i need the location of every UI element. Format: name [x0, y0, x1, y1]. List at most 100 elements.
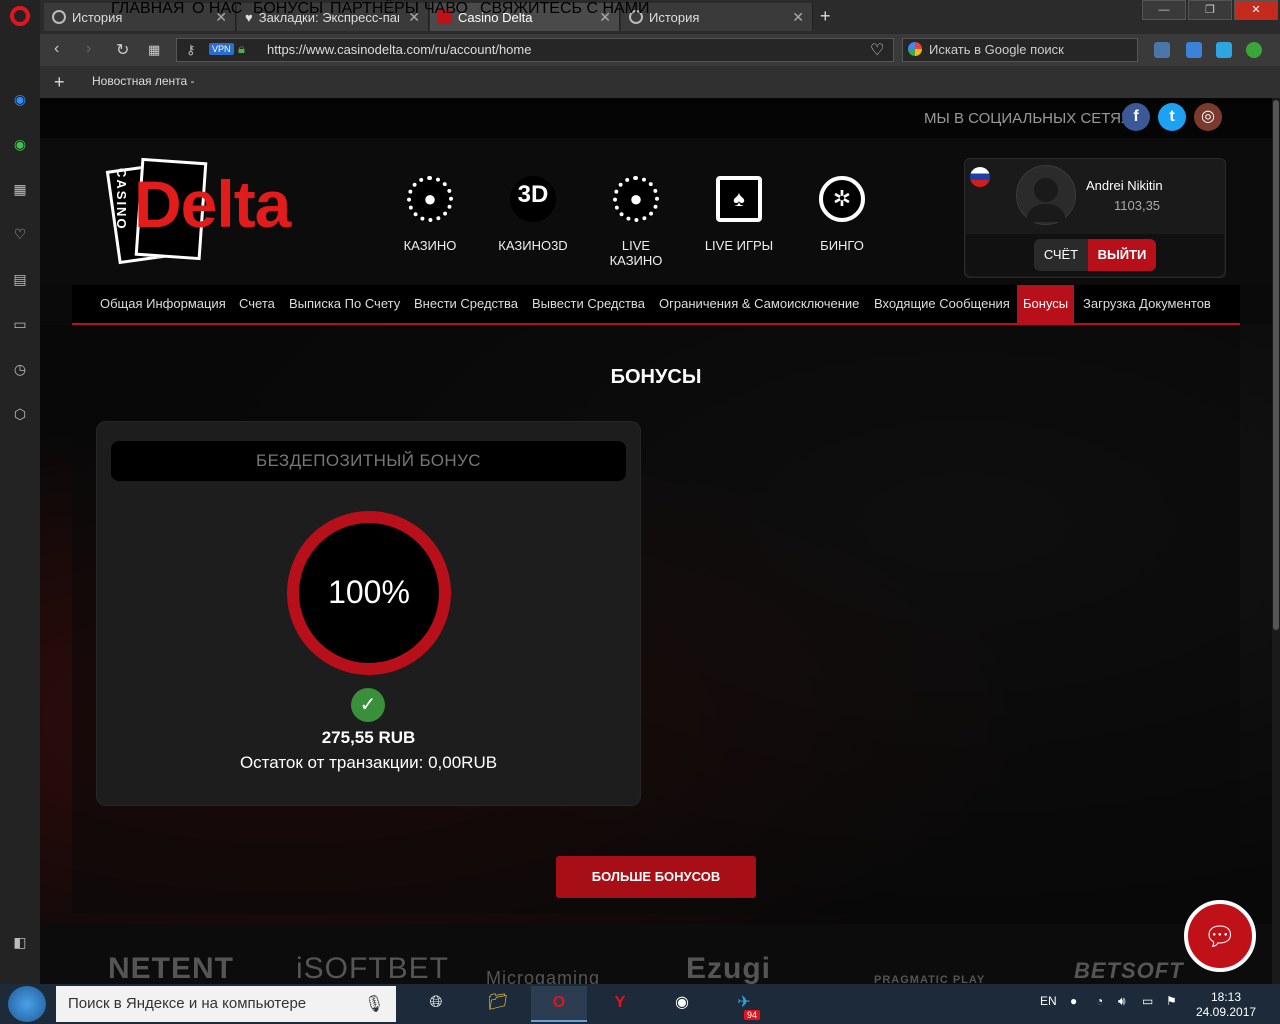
- bookmark-heart-icon[interactable]: ♡: [870, 40, 884, 60]
- url-input[interactable]: https://www.casinodelta.com/ru/account/h…: [176, 38, 894, 62]
- heart-icon: ♥: [245, 9, 253, 25]
- chip-icon: ●: [407, 176, 453, 222]
- provider-isoftbet-logo: iSOFTBET: [296, 952, 450, 985]
- provider-ezugi-logo: Ezugi: [686, 952, 771, 985]
- russia-flag-icon[interactable]: [970, 167, 990, 187]
- yandex-app-icon[interactable]: Y: [592, 986, 648, 1022]
- tab-history-2[interactable]: История ✕: [621, 3, 813, 31]
- tray-flag-icon[interactable]: ⚑: [1166, 994, 1177, 1008]
- tab-inbox[interactable]: Входящие Сообщения: [868, 285, 1016, 323]
- news-icon[interactable]: ▤: [11, 271, 29, 289]
- messenger-icon[interactable]: ◉: [11, 91, 29, 109]
- extensions-icon[interactable]: ⬡: [11, 406, 29, 424]
- translate-extension-icon[interactable]: [1186, 42, 1202, 58]
- minimize-button[interactable]: —: [1142, 0, 1186, 20]
- tab-bonuses[interactable]: Бонусы: [1017, 285, 1075, 323]
- start-button[interactable]: [8, 986, 46, 1022]
- tray-antivirus-icon[interactable]: ●: [1070, 994, 1077, 1008]
- bonus-remainder: Остаток от транзакции: 0,00RUB: [239, 753, 498, 772]
- tab-label: История: [649, 9, 700, 25]
- globe-app-icon[interactable]: 🌐︎: [408, 986, 464, 1022]
- ferris-wheel-icon: ✲: [819, 176, 865, 222]
- nav-bonuses[interactable]: БОНУСЫ: [253, 0, 323, 18]
- language-indicator[interactable]: EN: [1040, 994, 1057, 1008]
- clock-date: 24.09.2017: [1196, 1005, 1257, 1019]
- chat-bubble-icon: 💬︎: [1203, 921, 1237, 951]
- back-button[interactable]: ‹: [54, 40, 59, 58]
- key-icon[interactable]: ⚷: [186, 42, 196, 58]
- sidebar-toggle-icon[interactable]: ◧: [11, 934, 29, 952]
- social-label: МЫ В СОЦИАЛЬНЫХ СЕТЯХ:: [924, 110, 1136, 127]
- tabs-icon[interactable]: ▭: [11, 316, 29, 334]
- telegram-extension-icon[interactable]: [1216, 42, 1232, 58]
- logout-button[interactable]: ВЫЙТИ: [1088, 239, 1156, 271]
- vpn-badge[interactable]: VPN: [209, 43, 234, 55]
- microphone-icon[interactable]: 🎙︎: [364, 994, 384, 1014]
- speed-dial-icon[interactable]: ▦: [148, 42, 160, 58]
- window-close-button[interactable]: ✕: [1234, 0, 1278, 20]
- account-button[interactable]: СЧЁТ: [1034, 239, 1088, 271]
- facebook-icon[interactable]: f: [1122, 103, 1150, 131]
- nav-faq[interactable]: ЧАВО: [424, 0, 468, 18]
- clock[interactable]: 18:13 24.09.2017: [1196, 990, 1256, 1020]
- file-explorer-icon[interactable]: 📁︎: [470, 986, 526, 1022]
- forward-button[interactable]: ›: [86, 40, 91, 58]
- whatsapp-icon[interactable]: ◉: [11, 136, 29, 154]
- avatar-head-icon: [1034, 178, 1058, 202]
- tray-network-icon[interactable]: ◔: [1096, 994, 1103, 1008]
- opera-logo-icon[interactable]: [10, 6, 30, 26]
- bonus-title: БЕЗДЕПОЗИТНЫЙ БОНУС: [111, 441, 626, 481]
- clock-time: 18:13: [1210, 990, 1242, 1004]
- taskbar-search[interactable]: Поиск в Яндексе и на компьютере: [56, 986, 396, 1022]
- add-bookmark-button[interactable]: +: [54, 72, 65, 93]
- new-tab-button[interactable]: +: [820, 6, 831, 27]
- nav-home[interactable]: ГЛАВНАЯ: [111, 0, 184, 18]
- history-icon[interactable]: ◷: [11, 361, 29, 379]
- bookmark-news-feed[interactable]: Новостная лента -: [92, 74, 195, 88]
- instagram-icon[interactable]: ◎: [1194, 103, 1222, 131]
- tab-deposit[interactable]: Внести Средства: [408, 285, 524, 323]
- tab-withdraw[interactable]: Вывести Средства: [526, 285, 651, 323]
- chat-button[interactable]: 💬︎: [1184, 900, 1256, 972]
- tray-display-icon[interactable]: ▭: [1142, 994, 1153, 1008]
- tab-documents[interactable]: Загрузка Документов: [1077, 285, 1217, 323]
- category-casino[interactable]: ● КАЗИНО: [390, 176, 470, 253]
- reload-button[interactable]: ↻: [116, 40, 129, 60]
- volume-icon[interactable]: 🔊︎: [1118, 994, 1126, 1009]
- nav-about[interactable]: О НАС: [192, 0, 242, 18]
- more-bonuses-button[interactable]: БОЛЬШЕ БОНУСОВ: [556, 856, 756, 898]
- chrome-app-icon[interactable]: ◉: [654, 986, 710, 1022]
- nav-contact[interactable]: СВЯЖИТЕСЬ С НАМИ: [480, 0, 650, 18]
- speed-dial-sidebar-icon[interactable]: ▦: [11, 181, 29, 199]
- category-label: LIVE КАЗИНО: [609, 238, 663, 268]
- category-bingo[interactable]: ✲ БИНГО: [802, 176, 882, 253]
- user-name: Andrei Nikitin: [1086, 178, 1163, 193]
- adblock-extension-icon[interactable]: [1246, 42, 1262, 58]
- check-icon: ✓: [351, 688, 385, 722]
- lock-icon[interactable]: 🔒︎: [238, 41, 245, 57]
- tab-accounts[interactable]: Счета: [233, 285, 281, 323]
- twitter-icon[interactable]: t: [1158, 103, 1186, 131]
- provider-betsoft-logo: BETSOFT: [1074, 958, 1184, 983]
- scrollbar-thumb[interactable]: [1273, 100, 1279, 630]
- google-icon: [908, 42, 922, 56]
- logo-brand[interactable]: Delta: [134, 166, 291, 242]
- tab-limits[interactable]: Ограничения & Самоисключение: [653, 285, 865, 323]
- maximize-button[interactable]: ❐: [1188, 0, 1232, 20]
- chip-icon: ●: [613, 176, 659, 222]
- bonus-amount: 275,55 RUB: [321, 728, 416, 747]
- bookmarks-icon[interactable]: ♡: [11, 226, 29, 244]
- tab-statement[interactable]: Выписка По Счету: [283, 285, 406, 323]
- nav-partners[interactable]: ПАРТНЁРЫ: [330, 0, 419, 18]
- tab-general-info[interactable]: Общая Информация: [94, 285, 232, 323]
- close-icon[interactable]: ✕: [792, 9, 804, 26]
- category-live-games[interactable]: ♠ LIVE ИГРЫ: [699, 176, 779, 253]
- search-input[interactable]: Искать в Google поиск: [902, 38, 1138, 62]
- category-casino3d[interactable]: 3D КАЗИНО3D: [493, 176, 573, 253]
- category-label: КАЗИНО3D: [498, 238, 568, 253]
- category-label: LIVE ИГРЫ: [704, 238, 774, 253]
- category-live-casino[interactable]: ● LIVE КАЗИНО: [596, 176, 676, 268]
- vk-extension-icon[interactable]: [1154, 42, 1170, 58]
- opera-app-icon[interactable]: O: [531, 986, 587, 1022]
- logo-casino-text: CASINO: [114, 168, 129, 231]
